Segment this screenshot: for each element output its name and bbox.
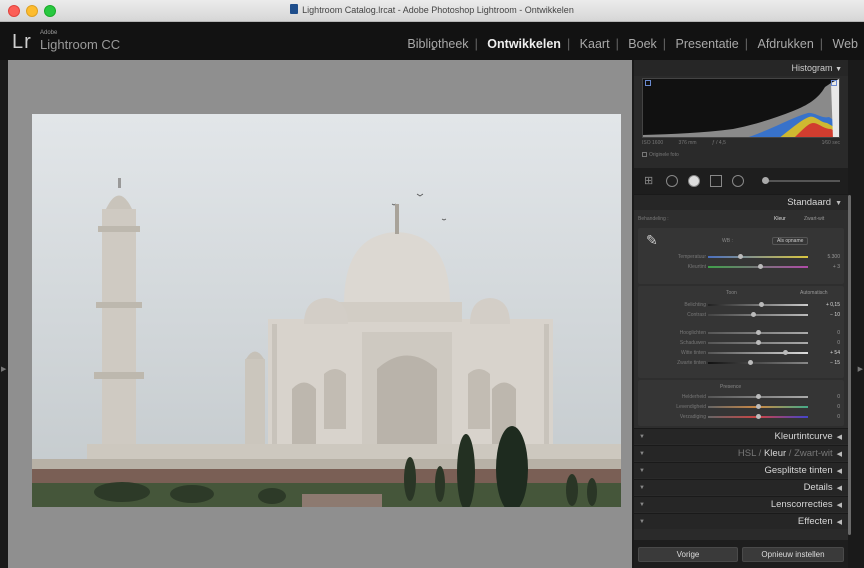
wb-dropdown[interactable]: Als opname <box>772 237 809 245</box>
lr-logo: Lr <box>12 31 32 53</box>
vibrance-knob[interactable] <box>755 404 761 409</box>
brush-slider[interactable] <box>764 180 840 182</box>
document-icon <box>290 4 299 14</box>
effects-section-header[interactable]: ▼ Effecten ◀ <box>634 513 848 529</box>
wb-picker-icon[interactable]: ✎ <box>646 232 658 249</box>
details-section-header[interactable]: ▼ Details ◀ <box>634 479 848 495</box>
window-titlebar: Lightroom Catalog.lrcat - Adobe Photosho… <box>0 0 864 22</box>
hsl-section-header[interactable]: ▼ HSL / Kleur / Zwart-wit ◀ <box>634 445 848 461</box>
contrast-knob[interactable] <box>750 312 756 317</box>
tone-curve-section-header[interactable]: ▼ Kleurtintcurve ◀ <box>634 428 848 444</box>
treatment-bw-button[interactable]: Zwart-wit <box>804 216 824 222</box>
module-bibliotheek[interactable]: Bibliotheek <box>405 37 470 51</box>
photo-preview[interactable] <box>32 114 621 507</box>
effects-switch-icon[interactable]: ▼ <box>639 514 645 530</box>
auto-tone-button[interactable]: Automatisch <box>800 290 828 296</box>
panel-scrollbar[interactable] <box>848 195 851 535</box>
hsl-expand-icon: ◀ <box>836 451 842 458</box>
tint-knob[interactable] <box>757 264 763 269</box>
left-panel-edge[interactable]: ▶ <box>0 60 8 568</box>
basic-section-header[interactable]: Standaard ▼ <box>634 194 848 210</box>
split-toning-switch-icon[interactable]: ▼ <box>639 463 645 479</box>
left-panel-toggle-icon[interactable]: ▶ <box>1 365 6 373</box>
lens-corrections-section-header[interactable]: ▼ Lenscorrecties ◀ <box>634 496 848 512</box>
temperature-slider[interactable] <box>708 256 808 258</box>
treatment-color-button[interactable]: Kleur <box>774 216 786 222</box>
effects-expand-icon: ◀ <box>836 519 842 526</box>
tab-hsl[interactable]: HSL <box>738 448 756 459</box>
histogram-graph[interactable] <box>642 78 840 138</box>
temperature-knob[interactable] <box>737 254 743 259</box>
module-afdrukken[interactable]: Afdrukken <box>756 37 816 51</box>
details-expand-icon: ◀ <box>836 485 842 492</box>
split-toning-section-header[interactable]: ▼ Gesplitste tinten ◀ <box>634 462 848 478</box>
module-presentatie[interactable]: Presentatie <box>674 37 741 51</box>
module-ontwikkelen[interactable]: Ontwikkelen <box>485 37 563 51</box>
lr-vendor: Adobe <box>40 30 58 36</box>
tab-kleur[interactable]: Kleur <box>764 448 786 459</box>
blacks-knob[interactable] <box>747 360 753 365</box>
whites-slider[interactable] <box>708 352 808 354</box>
graduated-filter-icon[interactable] <box>710 175 722 187</box>
details-switch-icon[interactable]: ▼ <box>639 480 645 496</box>
original-photo-checkbox[interactable] <box>642 152 647 157</box>
basic-collapse-icon: ▼ <box>835 200 842 207</box>
shadows-knob[interactable] <box>755 340 761 345</box>
highlights-knob[interactable] <box>755 330 761 335</box>
right-panel-toggle-icon[interactable]: ▶ <box>858 365 863 373</box>
tone-curve-expand-icon: ◀ <box>836 434 842 441</box>
original-photo-toggle[interactable]: Originele foto <box>642 152 679 158</box>
module-boek[interactable]: Boek <box>626 37 659 51</box>
reset-button[interactable]: Opnieuw instellen <box>742 547 844 562</box>
crop-tool-icon[interactable]: ⊞ <box>644 175 656 187</box>
spot-removal-icon[interactable] <box>666 175 678 187</box>
basic-panel: Behandeling : Kleur Zwart-wit ✎ WB : Als… <box>634 210 848 428</box>
tone-curve-switch-icon[interactable]: ▼ <box>639 429 645 445</box>
blacks-slider[interactable] <box>708 362 808 364</box>
previous-button[interactable]: Vorige <box>638 547 738 562</box>
hsl-switch-icon[interactable]: ▼ <box>639 446 645 462</box>
radial-filter-icon[interactable] <box>732 175 744 187</box>
window-title: Lightroom Catalog.lrcat - Adobe Photosho… <box>0 4 864 15</box>
histogram-header[interactable]: Histogram ▼ <box>634 60 848 76</box>
shadow-clip-icon[interactable] <box>645 80 651 86</box>
contrast-slider[interactable] <box>708 314 808 316</box>
red-eye-icon[interactable] <box>688 175 700 187</box>
bottom-button-bar: Vorige Opnieuw instellen <box>634 540 848 568</box>
top-panel-toggle-icon[interactable]: ▲ <box>430 45 437 52</box>
identity-plate: Lr Adobe Lightroom CC Bibliotheek | Ontwi… <box>0 22 864 60</box>
module-kaart[interactable]: Kaart <box>578 37 612 51</box>
split-toning-expand-icon: ◀ <box>836 468 842 475</box>
clarity-knob[interactable] <box>755 394 761 399</box>
highlight-clip-icon[interactable] <box>831 80 837 86</box>
lens-switch-icon[interactable]: ▼ <box>639 497 645 513</box>
lens-expand-icon: ◀ <box>836 502 842 509</box>
tab-zwart-wit[interactable]: Zwart-wit <box>794 448 833 459</box>
lr-app-name: Lightroom CC <box>40 37 121 52</box>
histogram-collapse-icon: ▼ <box>835 66 842 73</box>
whites-knob[interactable] <box>782 350 788 355</box>
tool-strip: ⊞ <box>634 168 848 194</box>
module-web[interactable]: Web <box>831 37 860 51</box>
exif-info: ISO 1600 376 mm ƒ / 4,5 1⁄60 sec <box>642 140 840 146</box>
develop-right-panel: Histogram ▼ ISO 1600 376 mm ƒ / 4,5 1⁄60… <box>634 60 848 568</box>
exposure-knob[interactable] <box>758 302 764 307</box>
module-picker: Bibliotheek | Ontwikkelen | Kaart | Boek | P… <box>405 37 860 51</box>
right-panel-edge[interactable]: ▶ <box>850 60 864 568</box>
saturation-knob[interactable] <box>755 414 761 419</box>
histogram-curve <box>643 79 839 137</box>
taj-mahal-photo <box>32 114 621 507</box>
brush-slider-knob[interactable] <box>762 177 769 184</box>
